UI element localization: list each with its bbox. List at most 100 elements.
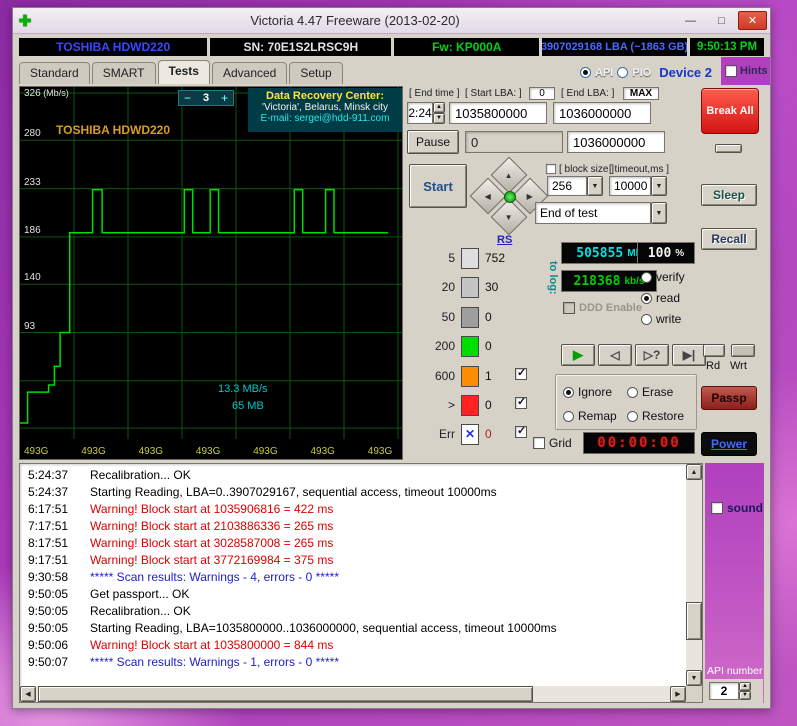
scroll-right-icon[interactable]: ▶ <box>670 686 686 702</box>
rs-link[interactable]: RS <box>497 234 512 246</box>
latency-log-checkbox[interactable] <box>515 366 527 380</box>
log-entry: 9:50:05 Starting Reading, LBA=1035800000.… <box>28 621 557 635</box>
log-vertical-scrollbar[interactable]: ▲ ▼ <box>686 464 702 686</box>
tab-standard[interactable]: Standard <box>19 62 90 84</box>
api-number-area: 2 ▲ ▼ <box>705 679 763 703</box>
progress-display: 100% <box>637 242 695 264</box>
end-lba-quick-field[interactable]: MAX <box>623 87 659 100</box>
start-lba-input[interactable]: 1035800000 <box>449 102 547 124</box>
test-control-panel: [ End time ] [ Start LBA: ] 0 [ End LBA:… <box>405 86 706 460</box>
y-axis-label: 93 <box>24 320 36 332</box>
banner-title: Data Recovery Center: <box>266 90 384 102</box>
tabs: Standard SMART Tests Advanced Setup <box>19 60 345 84</box>
block-size-select[interactable]: 256 ▼ <box>547 176 603 196</box>
x-axis-label: 493G <box>138 446 164 457</box>
pio-radio[interactable] <box>617 67 629 78</box>
hscroll-track[interactable] <box>36 686 670 702</box>
api-number-spinner[interactable]: 2 ▲ ▼ <box>709 682 751 700</box>
end-time-spinner[interactable]: 2:24 ▲ ▼ <box>407 102 445 124</box>
x-axis-label: 493G <box>253 446 278 457</box>
titlebar[interactable]: ✚ Victoria 4.47 Freeware (2013-02-20) — … <box>13 8 770 34</box>
recall-button[interactable]: Recall <box>701 228 757 250</box>
log-list: 5:24:37 Recalibration... OK 5:24:37 Startin… <box>20 468 686 672</box>
block-size-checkbox[interactable] <box>545 163 557 175</box>
api-number-down-button[interactable]: ▼ <box>739 691 751 700</box>
api-number-up-button[interactable]: ▲ <box>739 682 751 691</box>
block-size-dropdown-icon[interactable]: ▼ <box>587 176 603 196</box>
latency-log-checkbox[interactable] <box>515 395 527 409</box>
rd-indicator-button[interactable] <box>703 344 725 357</box>
hscroll-thumb[interactable] <box>38 686 533 702</box>
app-window: ✚ Victoria 4.47 Freeware (2013-02-20) — … <box>12 7 771 709</box>
timeout-select[interactable]: 10000 ▼ <box>609 176 667 196</box>
scroll-up-icon[interactable]: ▲ <box>686 464 702 480</box>
wrt-indicator-button[interactable] <box>731 344 755 357</box>
end-lba-input[interactable]: 1036000000 <box>553 102 651 124</box>
hints-checkbox[interactable] <box>725 65 737 77</box>
mode-read-radio[interactable]: read <box>641 291 685 305</box>
seek-center-indicator <box>504 191 516 203</box>
action-erase-radio[interactable]: Erase <box>627 380 691 404</box>
ddd-enable-label: DDD Enable <box>579 302 642 314</box>
sound-row: sound <box>711 501 763 515</box>
step-back-button[interactable]: ◁ <box>598 344 632 366</box>
close-button[interactable]: ✕ <box>738 11 767 30</box>
power-button[interactable]: Power <box>701 432 757 456</box>
zoom-out-button[interactable]: − <box>184 92 191 104</box>
action-restore-radio[interactable]: Restore <box>627 404 691 428</box>
timeout-dropdown-icon[interactable]: ▼ <box>651 176 667 196</box>
tab-tests[interactable]: Tests <box>157 60 210 84</box>
end-time-up-button[interactable]: ▲ <box>433 102 445 113</box>
graph-zoom-control: − 3 + <box>178 90 234 106</box>
tab-setup[interactable]: Setup <box>289 62 343 84</box>
break-all-button[interactable]: Break All <box>701 88 759 134</box>
latency-row: Err ✕ 0 <box>417 422 537 451</box>
latency-row: 600 1 <box>417 364 537 393</box>
start-lba-quick-field[interactable]: 0 <box>529 87 555 100</box>
minimize-button[interactable]: — <box>676 11 705 30</box>
tab-advanced[interactable]: Advanced <box>211 62 288 84</box>
vscroll-thumb[interactable] <box>686 602 702 640</box>
latency-count: 0 <box>485 339 492 354</box>
latency-count: 0 <box>485 427 492 442</box>
zoom-in-button[interactable]: + <box>221 92 228 104</box>
latency-log-checkbox[interactable] <box>515 424 527 439</box>
end-of-test-select[interactable]: End of test ▼ <box>535 202 667 224</box>
end-time-down-button[interactable]: ▼ <box>433 113 445 124</box>
log-panel: 5:24:37 Recalibration... OK 5:24:37 Startin… <box>19 463 703 703</box>
speed-graph: 326 (Mb/s) 280 233 186 140 93 493G 493G 493G 493… <box>19 86 403 460</box>
latency-swatch-icon <box>461 336 479 358</box>
sound-checkbox[interactable] <box>711 502 723 514</box>
sleep-button[interactable]: Sleep <box>701 184 757 206</box>
action-radio-group: Ignore Erase Remap Restore <box>563 380 693 428</box>
log-entry: 5:24:37 Recalibration... OK <box>28 468 191 482</box>
graph-annotation-speed: 13.3 MB/s <box>218 383 268 395</box>
api-radio[interactable] <box>579 67 591 78</box>
scroll-left-icon[interactable]: ◀ <box>20 686 36 702</box>
end-time-value[interactable]: 2:24 <box>407 102 433 124</box>
action-ignore-radio[interactable]: Ignore <box>563 380 627 404</box>
start-button[interactable]: Start <box>409 164 467 208</box>
seek-test-button[interactable]: ▷? <box>635 344 669 366</box>
log-horizontal-scrollbar[interactable]: ◀ ▶ <box>20 686 686 702</box>
pause-button[interactable]: Pause <box>407 130 459 154</box>
hints-area: Hints <box>721 57 770 85</box>
scroll-down-icon[interactable]: ▼ <box>686 670 702 686</box>
scrollbar-corner <box>686 686 702 702</box>
passport-button[interactable]: Passp <box>701 386 757 410</box>
api-number-value[interactable]: 2 <box>709 682 739 700</box>
end-of-test-dropdown-icon[interactable]: ▼ <box>651 202 667 224</box>
mode-write-radio[interactable]: write <box>641 312 685 326</box>
ddd-enable-checkbox[interactable] <box>563 302 575 314</box>
mode-verify-radio[interactable]: verify <box>641 270 685 284</box>
grid-row: Grid <box>533 436 572 450</box>
grid-checkbox[interactable] <box>533 437 545 449</box>
rd-label: Rd <box>706 360 721 372</box>
api-label: API <box>594 66 614 79</box>
tab-smart[interactable]: SMART <box>91 62 156 84</box>
play-button[interactable]: ▶ <box>561 344 595 366</box>
end-lba-input-2[interactable]: 1036000000 <box>567 131 665 153</box>
maximize-button[interactable]: □ <box>707 11 736 30</box>
vscroll-track[interactable] <box>686 480 702 670</box>
action-remap-radio[interactable]: Remap <box>563 404 627 428</box>
